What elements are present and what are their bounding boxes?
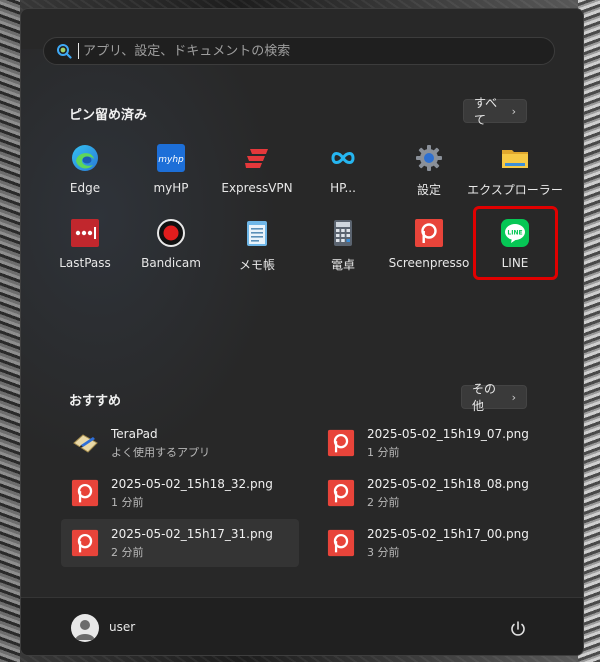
edge-icon [70, 143, 100, 173]
power-icon[interactable] [509, 620, 527, 638]
myhp-icon: myhp [156, 143, 186, 173]
search-box[interactable] [43, 37, 555, 65]
user-name[interactable]: user [109, 620, 135, 634]
app-label: 電卓 [330, 258, 355, 272]
desktop-wallpaper-left [0, 0, 20, 662]
chevron-right-icon: › [511, 104, 516, 118]
recommended-item-name: 2025-05-02_15h17_00.png [367, 526, 529, 541]
recommended-item-file-selected[interactable]: 2025-05-02_15h17_31.png 2 分前 [61, 519, 299, 567]
recommended-item-name: 2025-05-02_15h18_08.png [367, 476, 529, 491]
recommended-item-file[interactable]: 2025-05-02_15h19_07.png 1 分前 [317, 419, 555, 467]
recommended-item-name: 2025-05-02_15h18_32.png [111, 476, 273, 491]
screenpresso-file-icon [327, 479, 355, 507]
recommended-item-subtitle: 1 分前 [367, 445, 400, 459]
bandicam-icon [156, 218, 186, 248]
pinned-app-explorer[interactable]: エクスプローラー [467, 139, 563, 203]
pinned-app-expressvpn[interactable]: ExpressVPN [213, 139, 301, 203]
recommended-item-terapad[interactable]: TeraPad よく使用するアプリ [61, 419, 299, 467]
recommended-item-subtitle: よく使用するアプリ [111, 445, 210, 459]
search-input[interactable] [81, 42, 554, 60]
recommended-item-file[interactable]: 2025-05-02_15h17_00.png 3 分前 [317, 519, 555, 567]
recommended-item-subtitle: 1 分前 [111, 495, 144, 509]
app-label: メモ帳 [238, 258, 275, 272]
more-button[interactable]: その他 › [461, 382, 527, 413]
app-label: Edge [69, 181, 101, 195]
screenpresso-icon [414, 218, 444, 248]
hp-icon [328, 143, 358, 173]
expressvpn-icon [242, 143, 272, 173]
recommended-item-file[interactable]: 2025-05-02_15h18_32.png 1 分前 [61, 469, 299, 517]
pinned-app-edge[interactable]: Edge [41, 139, 129, 203]
app-label: HP... [330, 181, 356, 195]
recommended-item-subtitle: 2 分前 [367, 495, 400, 509]
screenpresso-file-icon [327, 429, 355, 457]
calculator-icon [328, 218, 358, 248]
all-apps-button[interactable]: すべて › [463, 96, 527, 127]
svg-text:myhp: myhp [158, 155, 184, 165]
screenpresso-file-icon [327, 529, 355, 557]
recommended-item-subtitle: 2 分前 [111, 545, 144, 559]
recommended-section-title: おすすめ [69, 394, 122, 409]
recommended-item-name: 2025-05-02_15h19_07.png [367, 426, 529, 441]
app-label: LastPass [59, 256, 111, 270]
pinned-section-title: ピン留め済み [69, 108, 148, 123]
pinned-app-screenpresso[interactable]: Screenpresso [385, 214, 473, 278]
recommended-item-name: 2025-05-02_15h17_31.png [111, 526, 273, 541]
pinned-app-lastpass[interactable]: LastPass [41, 214, 129, 278]
chevron-right-icon: › [511, 390, 516, 404]
pinned-app-myhp[interactable]: myhp myHP [127, 139, 215, 203]
app-label: エクスプローラー [467, 183, 563, 197]
start-menu-footer: user [21, 597, 583, 655]
all-apps-label: すべて [474, 96, 498, 127]
search-icon [56, 43, 72, 59]
app-label: 設定 [416, 183, 441, 197]
app-label: ExpressVPN [221, 181, 293, 195]
app-label: Screenpresso [388, 256, 470, 270]
folder-icon [500, 143, 530, 173]
recommended-item-file[interactable]: 2025-05-02_15h18_08.png 2 分前 [317, 469, 555, 517]
user-avatar[interactable] [71, 614, 99, 642]
settings-gear-icon [414, 143, 444, 173]
recommended-item-name: TeraPad [111, 426, 158, 441]
notepad-icon [242, 218, 272, 248]
more-label: その他 [472, 382, 497, 413]
pinned-app-bandicam[interactable]: Bandicam [127, 214, 215, 278]
pinned-app-settings[interactable]: 設定 [385, 139, 473, 203]
recommended-item-subtitle: 3 分前 [367, 545, 400, 559]
terapad-icon [71, 429, 99, 457]
screenpresso-file-icon [71, 529, 99, 557]
app-label: Bandicam [141, 256, 201, 270]
pinned-app-notepad[interactable]: メモ帳 [213, 214, 301, 278]
pinned-app-calculator[interactable]: 電卓 [299, 214, 387, 278]
app-label: myHP [153, 181, 189, 195]
start-menu: ピン留め済み すべて › Edge myhp [20, 8, 584, 656]
pinned-app-hp[interactable]: HP... [299, 139, 387, 203]
text-caret [78, 43, 79, 59]
line-highlight-box [473, 206, 558, 280]
screenpresso-file-icon [71, 479, 99, 507]
lastpass-icon [70, 218, 100, 248]
